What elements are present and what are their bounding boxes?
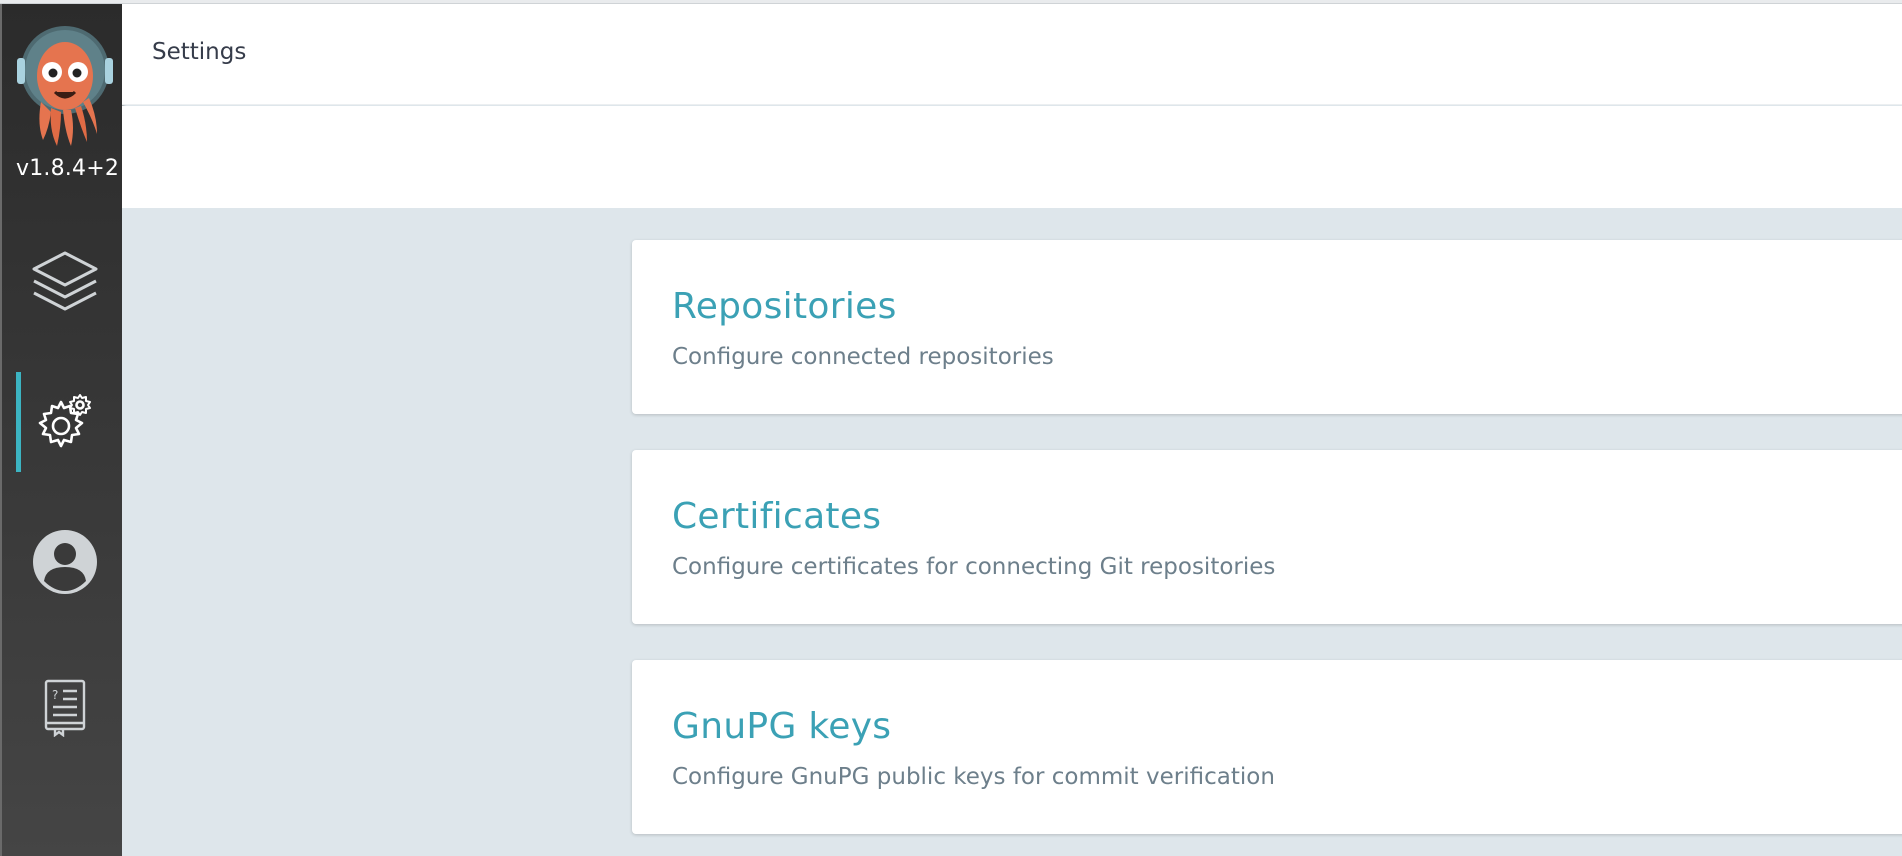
svg-text:?: ? bbox=[52, 688, 58, 702]
page-header: Settings bbox=[122, 4, 1902, 105]
top-border bbox=[0, 0, 1902, 4]
layers-icon bbox=[30, 249, 100, 315]
settings-card-certificates[interactable]: Certificates Configure certificates for … bbox=[632, 450, 1902, 624]
user-circle-icon bbox=[32, 529, 98, 595]
card-description: Configure certificates for connecting Gi… bbox=[672, 554, 1276, 580]
settings-card-gnupg-keys[interactable]: GnuPG keys Configure GnuPG public keys f… bbox=[632, 660, 1902, 834]
card-description: Configure connected repositories bbox=[672, 344, 1054, 370]
book-icon: ? bbox=[43, 679, 87, 737]
page-title: Settings bbox=[152, 39, 247, 65]
version-label: v1.8.4+2 bbox=[16, 156, 120, 181]
toolbar-area bbox=[122, 106, 1902, 208]
sidebar-item-user-info[interactable] bbox=[16, 512, 114, 612]
sidebar: v1.8.4+2 ? bbox=[0, 4, 122, 856]
sidebar-item-documentation[interactable]: ? bbox=[16, 658, 114, 758]
gears-icon bbox=[33, 390, 97, 454]
card-title: Repositories bbox=[672, 286, 897, 327]
settings-card-repositories[interactable]: Repositories Configure connected reposit… bbox=[632, 240, 1902, 414]
card-title: GnuPG keys bbox=[672, 706, 892, 747]
card-description: Configure GnuPG public keys for commit v… bbox=[672, 764, 1275, 790]
sidebar-item-applications[interactable] bbox=[16, 232, 114, 332]
card-title: Certificates bbox=[672, 496, 882, 537]
argo-logo[interactable] bbox=[17, 24, 113, 148]
settings-content: Repositories Configure connected reposit… bbox=[122, 208, 1902, 856]
sidebar-item-settings[interactable] bbox=[16, 372, 114, 472]
